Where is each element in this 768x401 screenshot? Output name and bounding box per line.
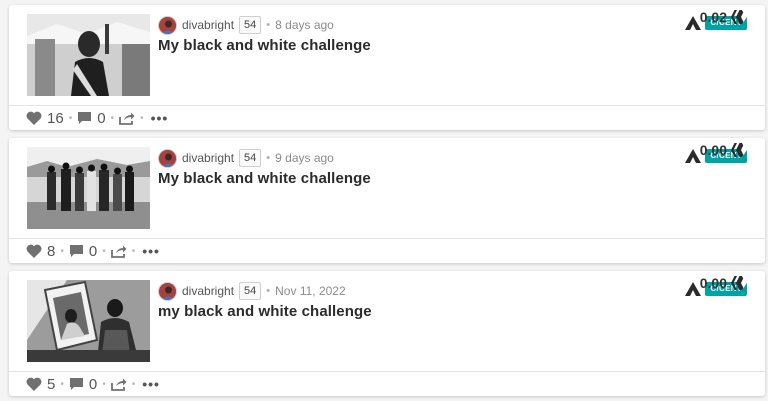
author-name[interactable]: divabright	[182, 151, 234, 165]
payout-value: 0.02	[699, 9, 727, 25]
post-feed: divabright 54 • 8 days ago My black and …	[0, 0, 768, 401]
post-meta: divabright 54 • 9 days ago	[158, 148, 334, 168]
payout-display[interactable]: 0.02	[700, 9, 747, 25]
payout-value: 0.00	[699, 142, 727, 158]
reputation-badge: 54	[239, 282, 262, 300]
hive-icon	[731, 143, 747, 157]
payout-value: 0.00	[699, 275, 727, 291]
comment-button[interactable]: 0	[77, 109, 106, 127]
payout-display[interactable]: 0.00	[700, 142, 747, 158]
like-button[interactable]: 5	[26, 376, 55, 393]
like-button[interactable]: 16	[26, 110, 64, 127]
hive-icon	[731, 10, 747, 24]
post-time[interactable]: Nov 11, 2022	[275, 284, 346, 298]
post-card[interactable]: divabright 54 • Nov 11, 2022 my black an…	[9, 271, 765, 396]
post-actions: 16 • 0 • • •••	[9, 105, 765, 130]
post-thumbnail[interactable]	[27, 280, 150, 362]
reblog-button[interactable]	[110, 245, 127, 258]
action-separator: •	[102, 378, 106, 390]
post-time[interactable]: 9 days ago	[275, 151, 334, 165]
reblog-button[interactable]	[119, 112, 135, 125]
share-icon	[119, 112, 135, 125]
author-name[interactable]: divabright	[182, 284, 234, 298]
more-icon[interactable]: •••	[142, 376, 160, 392]
comment-count: 0	[88, 242, 98, 260]
like-count: 16	[47, 109, 64, 127]
action-separator: •	[60, 378, 64, 390]
action-separator: •	[131, 245, 136, 257]
post-thumbnail[interactable]	[27, 147, 150, 229]
more-icon[interactable]: •••	[142, 243, 160, 259]
like-button[interactable]: 8	[26, 243, 55, 260]
post-card[interactable]: divabright 54 • 9 days ago My black and …	[9, 138, 765, 263]
post-time[interactable]: 8 days ago	[275, 18, 334, 32]
heart-icon	[26, 111, 42, 125]
comment-count: 0	[88, 375, 98, 393]
meta-separator: •	[266, 152, 271, 164]
post-meta: divabright 54 • Nov 11, 2022	[158, 281, 346, 301]
hive-icon	[731, 276, 747, 290]
action-separator: •	[102, 245, 106, 257]
author-avatar[interactable]	[158, 148, 177, 168]
post-actions: 5 • 0 • • •••	[9, 371, 765, 396]
comment-count: 0	[97, 109, 106, 127]
post-title[interactable]: My black and white challenge	[158, 37, 371, 54]
post-actions: 8 • 0 • • •••	[9, 238, 765, 263]
share-icon	[110, 378, 127, 391]
reputation-badge: 54	[239, 16, 262, 34]
payout-display[interactable]: 0.00	[700, 275, 747, 291]
comment-icon	[69, 245, 83, 257]
post-card[interactable]: divabright 54 • 8 days ago My black and …	[9, 5, 765, 130]
more-icon[interactable]: •••	[151, 110, 169, 126]
author-avatar[interactable]	[158, 15, 177, 35]
comment-button[interactable]: 0	[69, 376, 97, 393]
share-icon	[110, 245, 127, 258]
post-title[interactable]: my black and white challenge	[158, 303, 372, 320]
reputation-badge: 54	[239, 149, 262, 167]
comment-icon	[69, 378, 83, 390]
author-name[interactable]: divabright	[182, 18, 234, 32]
post-title[interactable]: My black and white challenge	[158, 170, 371, 187]
action-separator: •	[60, 245, 64, 257]
action-separator: •	[140, 112, 144, 124]
action-separator: •	[131, 378, 136, 390]
like-count: 5	[47, 375, 56, 393]
author-avatar[interactable]	[158, 281, 177, 301]
post-meta: divabright 54 • 8 days ago	[158, 15, 334, 35]
like-count: 8	[47, 242, 56, 260]
reblog-button[interactable]	[110, 378, 127, 391]
heart-icon	[26, 244, 42, 258]
comment-icon	[78, 112, 92, 124]
meta-separator: •	[266, 19, 271, 31]
action-separator: •	[68, 112, 73, 124]
meta-separator: •	[266, 285, 271, 297]
comment-button[interactable]: 0	[69, 243, 97, 260]
action-separator: •	[110, 112, 115, 124]
post-thumbnail[interactable]	[27, 14, 150, 96]
heart-icon	[26, 377, 42, 391]
